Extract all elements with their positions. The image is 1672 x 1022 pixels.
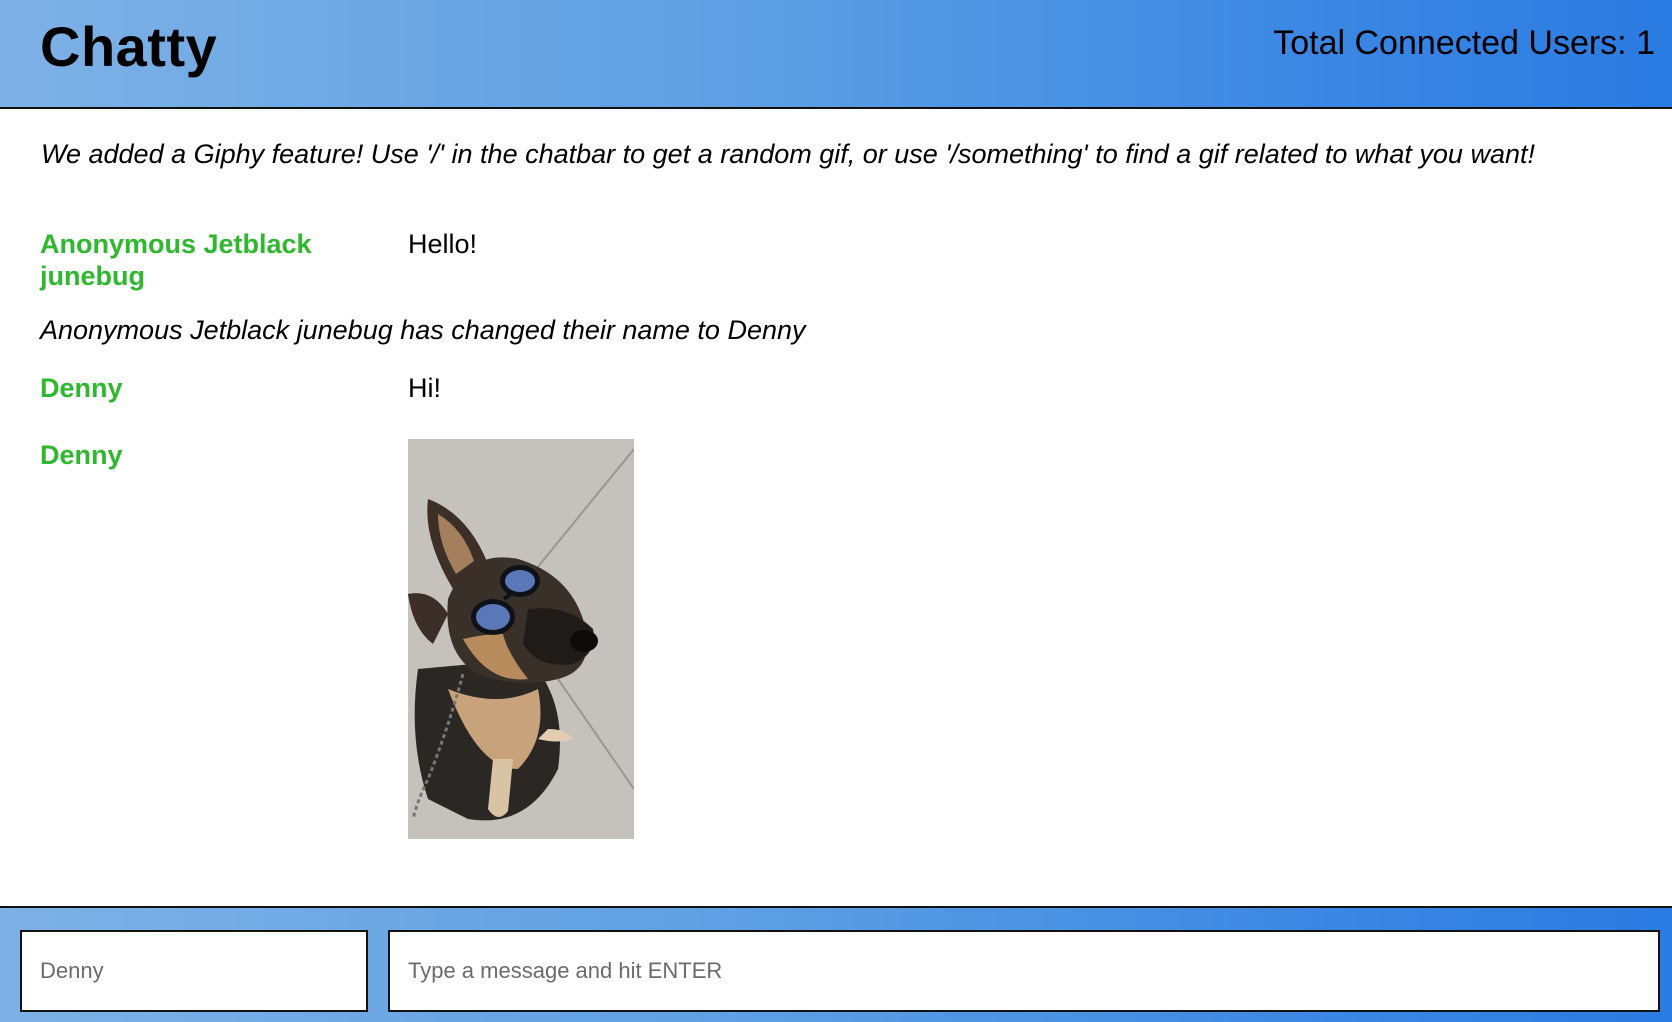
message-content: Hi!: [408, 373, 441, 403]
connected-users-count: Total Connected Users: 1: [1273, 24, 1655, 62]
message-content: Hello!: [408, 229, 478, 259]
chatbar: [0, 906, 1672, 1022]
message-username: Anonymous Jetblack junebug: [40, 229, 312, 291]
message-list[interactable]: We added a Giphy feature! Use '/' in the…: [0, 111, 1672, 906]
gif-image: [408, 439, 634, 839]
message-username: Denny: [40, 440, 123, 470]
german-shepherd-gif-illustration: [408, 439, 634, 839]
message-input[interactable]: [388, 930, 1660, 1012]
message-username: Denny: [40, 373, 123, 403]
brand-title[interactable]: Chatty: [40, 14, 217, 79]
system-notification: Anonymous Jetblack junebug has changed t…: [40, 315, 806, 345]
giphy-notice: We added a Giphy feature! Use '/' in the…: [41, 139, 1535, 169]
navbar: Chatty Total Connected Users: 1: [0, 0, 1672, 109]
username-input[interactable]: [20, 930, 368, 1012]
